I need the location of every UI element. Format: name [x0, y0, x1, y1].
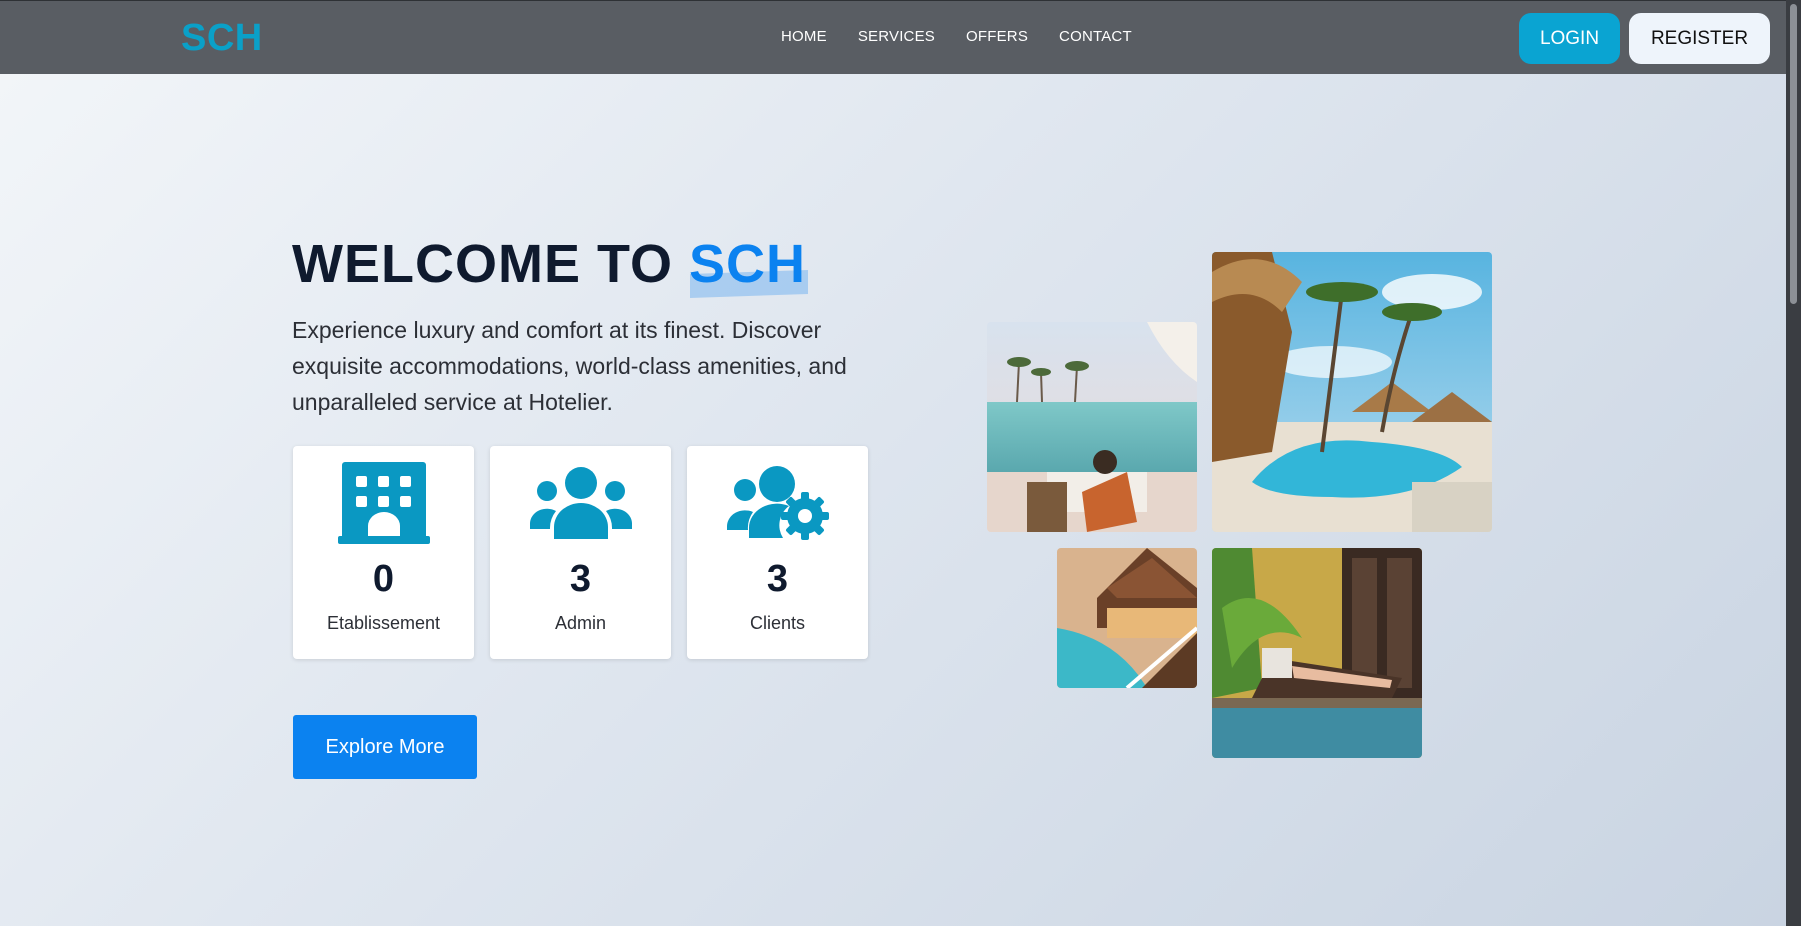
nav-links: HOME SERVICES OFFERS CONTACT [781, 28, 1132, 45]
poolside-sunbather-photo [1212, 548, 1422, 758]
hero-title: WELCOME TO SCH [292, 233, 806, 295]
hero-title-highlight: SCH [689, 234, 807, 294]
hero-description: Experience luxury and comfort at its fin… [292, 317, 847, 415]
page-scrollbar[interactable] [1786, 0, 1801, 926]
stat-card-clients: 3 Clients [687, 446, 868, 659]
stat-value: 0 [372, 558, 395, 600]
stats-row: 0 Etablissement 3 Admin 3 Clients [293, 446, 868, 659]
users-icon [529, 462, 632, 544]
register-button[interactable]: REGISTER [1629, 13, 1770, 64]
hero-title-prefix: WELCOME TO [292, 234, 673, 294]
navbar: SCH HOME SERVICES OFFERS CONTACT LOGIN R… [0, 0, 1786, 74]
stat-label: Clients [749, 613, 806, 633]
stat-label: Etablissement [326, 613, 441, 633]
scrollbar-thumb[interactable] [1790, 4, 1797, 304]
stat-label: Admin [554, 613, 607, 633]
users-gear-icon [726, 462, 829, 544]
resort-pool-deck-photo [1057, 548, 1197, 688]
stat-card-etablissement: 0 Etablissement [293, 446, 474, 659]
logo[interactable]: SCH [181, 17, 263, 60]
nav-home[interactable]: HOME [781, 28, 827, 45]
nav-services[interactable]: SERVICES [858, 28, 935, 45]
login-button[interactable]: LOGIN [1519, 13, 1620, 64]
stat-card-admin: 3 Admin [490, 446, 671, 659]
nav-offers[interactable]: OFFERS [966, 28, 1028, 45]
tropical-resort-pool-photo [1212, 252, 1492, 532]
building-icon [337, 462, 430, 544]
stat-value: 3 [766, 558, 789, 600]
beach-pool-lounger-photo [987, 322, 1197, 532]
stat-value: 3 [569, 558, 592, 600]
nav-contact[interactable]: CONTACT [1059, 28, 1132, 45]
explore-more-button[interactable]: Explore More [293, 715, 477, 779]
